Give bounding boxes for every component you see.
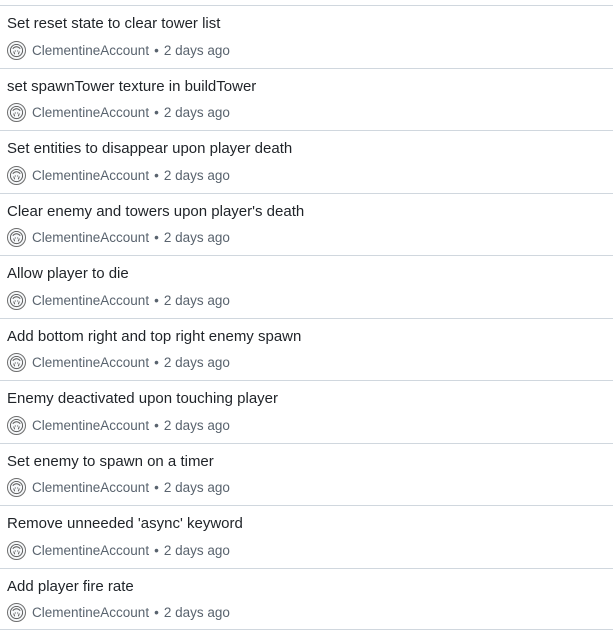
commit-time: 2 days ago <box>163 230 230 245</box>
commit-row: Enemy deactivated upon touching player C… <box>0 380 613 443</box>
commit-title-link[interactable]: set spawnTower texture in buildTower <box>7 77 613 97</box>
author-link[interactable]: ClementineAccount <box>32 543 149 558</box>
avatar-icon[interactable] <box>7 290 26 310</box>
avatar-icon[interactable] <box>7 415 26 435</box>
meta-separator: • <box>154 480 159 495</box>
commit-row: Set entities to disappear upon player de… <box>0 130 613 193</box>
author-link[interactable]: ClementineAccount <box>32 168 149 183</box>
commit-time: 2 days ago <box>163 480 230 495</box>
avatar-icon[interactable] <box>7 540 26 560</box>
commit-meta: ClementineAccount • 2 days ago <box>7 539 613 561</box>
commit-meta: ClementineAccount • 2 days ago <box>7 227 613 249</box>
commit-title-link[interactable]: Add player fire rate <box>7 577 613 597</box>
commit-time: 2 days ago <box>163 105 230 120</box>
commit-meta: ClementineAccount • 2 days ago <box>7 164 613 186</box>
commit-row: Clear enemy and towers upon player's dea… <box>0 192 613 256</box>
avatar-icon[interactable] <box>7 40 26 60</box>
commit-time: 2 days ago <box>163 605 230 620</box>
commit-title-link[interactable]: Remove unneeded 'async' keyword <box>7 514 613 534</box>
commit-title-link[interactable]: Enemy deactivated upon touching player <box>7 389 613 409</box>
avatar-icon[interactable] <box>7 228 26 247</box>
commit-row: Remove unneeded 'async' keyword Clementi… <box>0 505 613 568</box>
author-link[interactable]: ClementineAccount <box>32 105 149 120</box>
commit-title-link[interactable]: Set enemy to spawn on a timer <box>7 452 613 472</box>
author-link[interactable]: ClementineAccount <box>32 605 149 620</box>
commit-time: 2 days ago <box>163 355 230 370</box>
commit-time: 2 days ago <box>163 292 230 308</box>
commit-title-link[interactable]: Clear enemy and towers upon player's dea… <box>7 202 613 222</box>
commit-row: set spawnTower texture in buildTower Cle… <box>0 67 613 131</box>
commit-meta: ClementineAccount • 2 days ago <box>7 289 613 311</box>
author-link[interactable]: ClementineAccount <box>32 355 149 370</box>
commit-meta: ClementineAccount • 2 days ago <box>7 102 613 124</box>
author-link[interactable]: ClementineAccount <box>32 43 149 58</box>
meta-separator: • <box>154 542 159 558</box>
meta-separator: • <box>154 105 159 120</box>
avatar-icon[interactable] <box>7 103 26 122</box>
commit-meta: ClementineAccount • 2 days ago <box>7 352 613 374</box>
meta-separator: • <box>154 230 159 245</box>
commit-time: 2 days ago <box>163 167 230 183</box>
commit-row: Set enemy to spawn on a timer Clementine… <box>0 442 613 506</box>
commit-row: Allow player to die ClementineAccount • … <box>0 255 613 318</box>
meta-separator: • <box>154 167 159 183</box>
commit-meta: ClementineAccount • 2 days ago <box>7 39 613 61</box>
commit-title-link[interactable]: Add bottom right and top right enemy spa… <box>7 327 613 347</box>
commit-meta: ClementineAccount • 2 days ago <box>7 477 613 499</box>
commit-row: Set reset state to clear tower list Clem… <box>0 5 613 68</box>
meta-separator: • <box>154 42 159 58</box>
commit-row: Add bottom right and top right enemy spa… <box>0 317 613 381</box>
commit-meta: ClementineAccount • 2 days ago <box>7 414 613 436</box>
meta-separator: • <box>154 355 159 370</box>
commit-title-link[interactable]: Set entities to disappear upon player de… <box>7 139 613 159</box>
commit-list: Set reset state to clear tower list Clem… <box>0 5 613 640</box>
avatar-icon[interactable] <box>7 165 26 185</box>
commit-title-link[interactable]: Allow player to die <box>7 264 613 284</box>
author-link[interactable]: ClementineAccount <box>32 230 149 245</box>
meta-separator: • <box>154 417 159 433</box>
meta-separator: • <box>154 605 159 620</box>
author-link[interactable]: ClementineAccount <box>32 480 149 495</box>
avatar-icon[interactable] <box>7 478 26 497</box>
commit-time: 2 days ago <box>163 42 230 58</box>
author-link[interactable]: ClementineAccount <box>32 418 149 433</box>
commit-time: 2 days ago <box>163 417 230 433</box>
commit-meta: ClementineAccount • 2 days ago <box>7 602 613 624</box>
commit-title-link[interactable]: Set reset state to clear tower list <box>7 14 613 34</box>
commit-row: Add player fire rate ClementineAccount •… <box>0 567 613 630</box>
meta-separator: • <box>154 292 159 308</box>
avatar-icon[interactable] <box>7 603 26 622</box>
commit-time: 2 days ago <box>163 542 230 558</box>
author-link[interactable]: ClementineAccount <box>32 293 149 308</box>
avatar-icon[interactable] <box>7 353 26 372</box>
